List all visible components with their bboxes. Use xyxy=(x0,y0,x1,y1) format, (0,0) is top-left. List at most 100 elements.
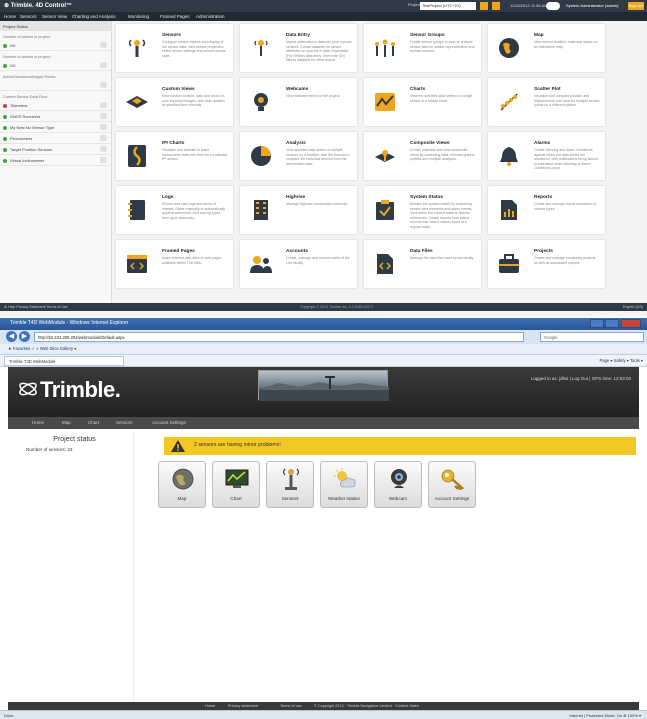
nav-framed-pages[interactable]: Framed Pages xyxy=(160,14,190,19)
card-scatter-plot[interactable]: Scatter Plot Visualize and compare posit… xyxy=(488,78,605,126)
nav-charting[interactable]: Charting and Analysis xyxy=(72,14,116,19)
sidebar-section-label: Current Sensor Data Flow: xyxy=(3,95,48,99)
sensors-button[interactable]: Sensors xyxy=(266,461,314,508)
card-alarms[interactable]: Alarms Create Warning and Alarm Conditio… xyxy=(488,132,605,180)
webcam-icon xyxy=(248,90,274,114)
zone-and-zoom[interactable]: Internet | Protected Mode: On ⊕ 100% ▾ xyxy=(569,713,641,718)
browser-status-bar: Done Internet | Protected Mode: On ⊕ 100… xyxy=(0,710,647,719)
nav-sensors[interactable]: Sensors xyxy=(116,420,133,425)
nav-monitoring[interactable]: Monitoring xyxy=(128,14,149,19)
footer-privacy-link[interactable]: Privacy statement xyxy=(228,704,258,708)
reports-icon xyxy=(496,198,522,222)
card-description: Visualize and compare position and displ… xyxy=(534,94,600,108)
sidebar-status-row[interactable]: OK xyxy=(0,40,111,51)
card-description: Create and manage monitoring projects as… xyxy=(534,256,596,265)
framed-pages-icon xyxy=(124,252,150,276)
back-button[interactable]: ◀ xyxy=(6,331,17,342)
project-select[interactable]: TestProject (UTC+01) xyxy=(420,2,476,10)
card-title: Framed Pages xyxy=(162,249,195,254)
nav-sensor-view[interactable]: Sensor View xyxy=(42,14,67,19)
card-custom-views[interactable]: Custom Views View custom content, data a… xyxy=(116,78,233,126)
close-button[interactable] xyxy=(621,319,641,328)
card-map[interactable]: Map View sensor location, state and stat… xyxy=(488,24,605,72)
card-reports[interactable]: Reports Create and manage report schedul… xyxy=(488,186,605,234)
nav-administration[interactable]: Administration xyxy=(196,14,225,19)
status-dot-icon xyxy=(3,103,7,108)
card-description: Visualize and animate in place inclinome… xyxy=(162,148,228,162)
footer-links[interactable]: ⊕ Help Privacy Statement Terms of Use xyxy=(4,305,68,309)
user-name[interactable]: System Administrator (admin) xyxy=(566,3,618,8)
sidebar-status-row[interactable] xyxy=(0,80,111,91)
window-titlebar: Trimble T4D WebModule - Windows Internet… xyxy=(0,318,647,330)
card-description: View sensor location, state and status o… xyxy=(534,40,598,49)
sidebar-sensor-item[interactable]: Target Position Sensors xyxy=(0,144,111,155)
nav-chart[interactable]: Chart xyxy=(88,420,99,425)
nav-home[interactable]: Home xyxy=(32,420,44,425)
language-selector[interactable]: English (US) xyxy=(623,305,643,309)
browser-tab[interactable]: Trimble T4D WebModule xyxy=(4,356,124,366)
composite-views-icon xyxy=(372,144,398,168)
project-dropdown-button[interactable] xyxy=(480,2,488,10)
command-bar[interactable]: Page ▾ Safety ▾ Tools ▾ xyxy=(600,358,643,363)
card-description: Create Warning and Alarm Conditions agai… xyxy=(534,148,598,171)
count-badge xyxy=(100,146,107,152)
refresh-button[interactable] xyxy=(492,2,500,10)
button-label: Weather station xyxy=(327,496,361,501)
nav-map[interactable]: Map xyxy=(62,420,71,425)
card-data-files[interactable]: Data Files Manage the data files used by… xyxy=(364,240,481,288)
nav-sensors[interactable]: Sensors xyxy=(20,14,37,19)
favorites-menu[interactable]: ★ Favorites ☆ ◐ Web Slice Gallery ▾ xyxy=(8,346,76,351)
chart-button[interactable]: Chart xyxy=(212,461,260,508)
card-system-status[interactable]: System Status Monitor the system health … xyxy=(364,186,481,234)
card-title: Sensors xyxy=(162,33,181,38)
sign-out-button[interactable]: Sign out xyxy=(628,2,644,10)
status-value: OK xyxy=(10,43,16,48)
card-title: Data Files xyxy=(410,249,433,254)
sidebar-sensor-item[interactable]: My Nest No Sensor Type xyxy=(0,122,111,133)
sidebar-header: Project Status xyxy=(0,21,111,31)
warning-text: 2 sensors are having minor problems! xyxy=(194,442,281,448)
webcam-button[interactable]: Webcam xyxy=(374,461,422,508)
card-charts[interactable]: Charts View the selected data series of … xyxy=(364,78,481,126)
alarms-icon xyxy=(496,144,522,168)
sidebar-sensor-item[interactable]: Tiltmeters xyxy=(0,100,111,111)
sensor-count: Number of sensors: 23 xyxy=(26,447,73,452)
card-sensors[interactable]: Sensors Configure sensor objects and dis… xyxy=(116,24,233,72)
card-accounts[interactable]: Accounts Create, manage and remove users… xyxy=(240,240,357,288)
card-analysis[interactable]: Analysis View selected data series of mu… xyxy=(240,132,357,180)
address-bar[interactable]: http://62.234.206.202/webmodule/Default.… xyxy=(34,332,524,342)
sidebar-sensor-item[interactable]: Virtual Inclinometer xyxy=(0,155,111,166)
footer-terms-link[interactable]: Terms of use xyxy=(280,704,302,708)
ipi-charts-icon xyxy=(124,144,150,168)
card-title: System Status xyxy=(410,195,444,200)
card-projects[interactable]: Projects Create and manage monitoring pr… xyxy=(488,240,605,288)
card-title: Sensor Groups xyxy=(410,33,445,38)
card-description: Create and manage report schedules of va… xyxy=(534,202,596,211)
nav-home[interactable]: Home xyxy=(4,14,16,19)
card-sensor-groups[interactable]: Sensor Groups Create sensor groups to vi… xyxy=(364,24,481,72)
sidebar-sensor-item[interactable]: Piezometers xyxy=(0,133,111,144)
forward-button[interactable]: ▶ xyxy=(19,331,30,342)
footer-home-link[interactable]: Home xyxy=(205,704,215,708)
card-ipi-charts[interactable]: IPI Charts Visualize and animate in plac… xyxy=(116,132,233,180)
card-title: Alarms xyxy=(534,141,551,146)
card-highrise[interactable]: Highrise Manage Highrise construction ne… xyxy=(240,186,357,234)
weather-station-button[interactable]: Weather station xyxy=(320,461,368,508)
maximize-button[interactable] xyxy=(605,319,619,328)
nav-account-settings[interactable]: Account Settings xyxy=(152,420,186,425)
minimize-button[interactable] xyxy=(590,319,604,328)
card-logs[interactable]: Logs Record and view logs and terms of i… xyxy=(116,186,233,234)
globe-icon xyxy=(171,467,195,491)
card-framed-pages[interactable]: Framed Pages Make external web sites or … xyxy=(116,240,233,288)
card-composite-views[interactable]: Composite Views Create, maintain and vie… xyxy=(364,132,481,180)
map-button[interactable]: Map xyxy=(158,461,206,508)
login-status[interactable]: Logged in as: jdhsi | Log Out | GPS time… xyxy=(531,376,631,381)
toggle-pill[interactable] xyxy=(546,2,560,10)
card-data-entry[interactable]: Data Entry Import observations data into… xyxy=(240,24,357,72)
sidebar-sensor-item[interactable]: GNSS Receivers xyxy=(0,111,111,122)
card-webcams[interactable]: Webcams View webcam feeds for the projec… xyxy=(240,78,357,126)
account-settings-button[interactable]: Account Settings xyxy=(428,461,476,508)
search-box[interactable]: Google xyxy=(540,332,644,342)
trimble-globe-icon xyxy=(19,382,37,396)
sidebar-status-row[interactable]: OK xyxy=(0,60,111,71)
